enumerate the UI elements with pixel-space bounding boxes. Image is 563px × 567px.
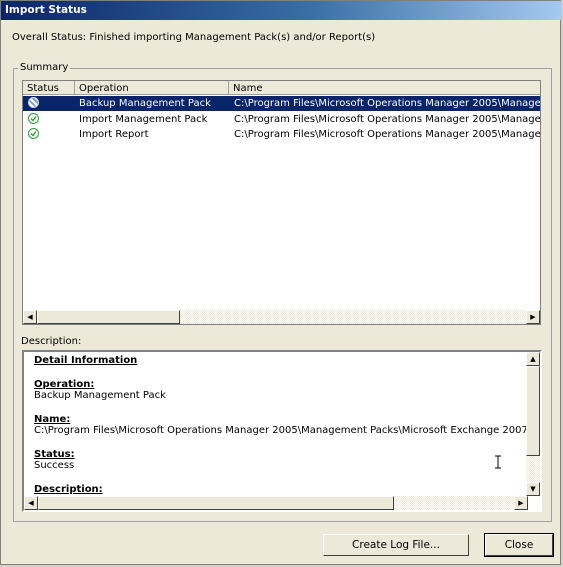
- column-header-status[interactable]: Status: [23, 81, 75, 95]
- description-panel[interactable]: Detail Information Operation: Backup Man…: [22, 350, 542, 512]
- status-value: Success: [34, 460, 75, 471]
- row-operation: Import Report: [79, 129, 149, 140]
- table-row[interactable]: Import Management Pack C:\Program Files\…: [23, 112, 541, 127]
- column-header-name[interactable]: Name: [229, 81, 540, 95]
- summary-horizontal-scrollbar[interactable]: ◀ ▶: [23, 310, 540, 324]
- scroll-left-icon[interactable]: ◀: [24, 496, 38, 510]
- row-operation: Backup Management Pack: [79, 98, 211, 109]
- scroll-up-icon[interactable]: ▲: [526, 352, 540, 366]
- scroll-down-icon[interactable]: ▼: [526, 482, 540, 496]
- row-name: C:\Program Files\Microsoft Operations Ma…: [234, 114, 541, 125]
- description-label: Description:: [21, 336, 82, 347]
- title-bar[interactable]: Import Status: [1, 1, 562, 20]
- summary-list[interactable]: Status Operation Name Backup Management …: [22, 80, 541, 325]
- row-operation: Import Management Pack: [79, 114, 208, 125]
- name-label: Name:: [34, 414, 71, 425]
- description-field-label: Description:: [34, 484, 103, 495]
- name-value: C:\Program Files\Microsoft Operations Ma…: [34, 425, 540, 436]
- scroll-left-icon[interactable]: ◀: [23, 310, 37, 324]
- window-title: Import Status: [5, 4, 87, 16]
- operation-value: Backup Management Pack: [34, 390, 166, 401]
- success-check-icon: [28, 128, 39, 139]
- row-name: C:\Program Files\Microsoft Operations Ma…: [234, 129, 541, 140]
- in-progress-icon: [28, 97, 39, 108]
- column-header-operation[interactable]: Operation: [75, 81, 229, 95]
- scroll-right-icon[interactable]: ▶: [514, 496, 528, 510]
- status-label: Status:: [34, 449, 75, 460]
- text-cursor-icon: [495, 455, 501, 469]
- operation-label: Operation:: [34, 379, 95, 390]
- scroll-thumb[interactable]: [37, 310, 180, 324]
- close-button[interactable]: Close: [484, 533, 554, 557]
- overall-status-text: Overall Status: Finished importing Manag…: [12, 32, 376, 43]
- table-row[interactable]: Import Report C:\Program Files\Microsoft…: [23, 127, 541, 142]
- table-row[interactable]: Backup Management Pack C:\Program Files\…: [23, 96, 541, 111]
- detail-heading: Detail Information: [34, 355, 138, 366]
- scroll-thumb[interactable]: [526, 366, 540, 456]
- scroll-right-icon[interactable]: ▶: [526, 310, 540, 324]
- scroll-thumb[interactable]: [38, 496, 394, 510]
- summary-group-label: Summary: [18, 62, 71, 73]
- description-vertical-scrollbar[interactable]: ▲ ▼: [526, 352, 540, 496]
- import-status-window: Import Status Overall Status: Finished i…: [0, 0, 562, 565]
- success-check-icon: [28, 113, 39, 124]
- row-name: C:\Program Files\Microsoft Operations Ma…: [234, 98, 541, 109]
- create-log-file-button[interactable]: Create Log File...: [323, 534, 469, 556]
- description-horizontal-scrollbar[interactable]: ◀ ▶: [24, 496, 528, 510]
